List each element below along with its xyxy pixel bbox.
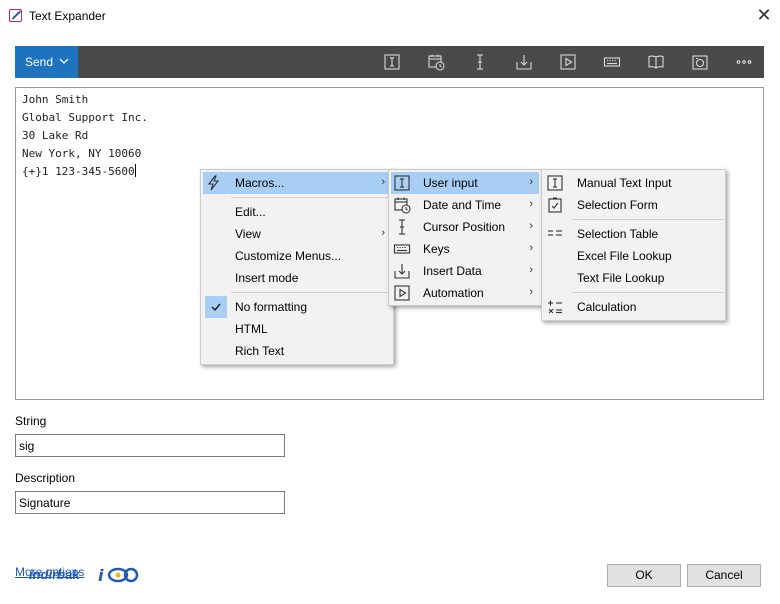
insert-data-icon[interactable] [515,53,533,71]
menu-item-label: Date and Time [423,198,502,212]
menu-item-label: Manual Text Input [577,176,672,190]
menu-item-label: Customize Menus... [235,249,342,263]
menu-item-excel-file-lookup[interactable]: Excel File Lookup [544,245,723,267]
title-bar: Text Expander ✕ [0,0,780,32]
text-cursor-box-icon [546,174,564,192]
menu-item-selection-table[interactable]: Selection Table [544,223,723,245]
svg-text:i: i [98,566,104,585]
chevron-right-icon: › [529,242,533,254]
menu-item-label: Insert mode [235,271,299,285]
chevron-right-icon: › [529,198,533,210]
menu-item-edit[interactable]: Edit... [203,201,391,223]
calculator-icon [546,298,564,316]
menu-item-label: Calculation [577,300,637,314]
menu-item-html[interactable]: HTML [203,318,391,340]
menu-item-label: Rich Text [235,344,285,358]
menu-separator [572,292,723,293]
chevron-right-icon: › [381,176,385,188]
menu-item-label: Selection Form [577,198,658,212]
watermark-text: indirbak [29,567,80,582]
play-icon [393,284,411,302]
book-icon[interactable] [647,53,665,71]
editor-line: {+}1 123-345-5600 [22,165,135,178]
send-button-label: Send [25,55,54,69]
menu-item-selection-form[interactable]: Selection Form [544,194,723,216]
menu-item-label: HTML [235,322,268,336]
cursor-i-beam-icon [393,218,411,236]
menu-item-label: Text File Lookup [577,271,665,285]
window-title: Text Expander [29,9,106,23]
menu-item-user-input[interactable]: User input › [391,172,539,194]
editor-line: 30 Lake Rd [22,129,89,142]
text-cursor-box-icon[interactable] [383,53,401,71]
keyboard-icon [393,240,411,258]
menu-item-label: Insert Data [423,264,482,278]
menu-item-label: Automation [423,286,484,300]
menu-item-label: Macros... [235,176,285,190]
menu-item-date-and-time[interactable]: Date and Time › [391,194,539,216]
checkmark-icon [205,296,227,318]
camera-icon[interactable] [691,53,709,71]
menu-item-label: Selection Table [577,227,659,241]
close-button[interactable]: ✕ [752,4,776,28]
menu-item-customize-menus[interactable]: Customize Menus... [203,245,391,267]
menu-item-manual-text-input[interactable]: Manual Text Input [544,172,723,194]
chevron-right-icon: › [529,176,533,188]
ok-button[interactable]: OK [607,564,681,587]
string-label: String [15,414,47,428]
chevron-right-icon: › [529,220,533,232]
menu-item-calculation[interactable]: Calculation [544,296,723,318]
menu-item-label: User input [423,176,478,190]
user-input-submenu: Manual Text Input Selection Form Selecti… [541,169,726,321]
editor-line: John Smith [22,93,89,106]
cancel-button[interactable]: Cancel [687,564,761,587]
chevron-down-icon [59,58,69,64]
string-input[interactable] [15,434,285,457]
description-label: Description [15,471,76,485]
table-list-icon [546,225,564,243]
menu-item-label: Edit... [235,205,266,219]
send-button[interactable]: Send [15,46,78,78]
menu-item-insert-data[interactable]: Insert Data › [391,260,539,282]
menu-separator [572,219,723,220]
lightning-icon [205,174,223,192]
watermark-logo-icon: i [98,565,140,588]
checklist-icon [546,196,564,214]
toolbar: Send [15,46,764,78]
play-icon[interactable] [559,53,577,71]
editor-line: New York, NY 10060 [22,147,142,160]
calendar-clock-icon [393,196,411,214]
menu-item-label: View [235,227,261,241]
context-menu: Macros... › Edit... View › Customize Men… [200,169,394,365]
menu-separator [231,197,391,198]
menu-item-cursor-position[interactable]: Cursor Position › [391,216,539,238]
chevron-right-icon: › [529,264,533,276]
text-caret [134,164,136,177]
chevron-right-icon: › [529,286,533,298]
menu-item-label: Excel File Lookup [577,249,672,263]
menu-item-keys[interactable]: Keys › [391,238,539,260]
menu-item-label: No formatting [235,300,308,314]
cursor-i-beam-icon[interactable] [471,53,489,71]
text-cursor-box-icon [393,174,411,192]
app-logo-icon [9,9,22,22]
calendar-clock-icon[interactable] [427,53,445,71]
keyboard-icon[interactable] [603,53,621,71]
menu-item-label: Keys [423,242,450,256]
more-icon[interactable] [735,53,753,71]
insert-data-icon [393,262,411,280]
editor-line: Global Support Inc. [22,111,148,124]
chevron-right-icon: › [381,227,385,239]
menu-separator [231,292,391,293]
menu-item-automation[interactable]: Automation › [391,282,539,304]
menu-item-label: Cursor Position [423,220,506,234]
menu-item-rich-text[interactable]: Rich Text [203,340,391,362]
menu-item-macros[interactable]: Macros... › [203,172,391,194]
menu-item-no-formatting[interactable]: No formatting [203,296,391,318]
description-input[interactable] [15,491,285,514]
menu-item-view[interactable]: View › [203,223,391,245]
menu-item-text-file-lookup[interactable]: Text File Lookup [544,267,723,289]
macros-submenu: User input › Date and Time › Cursor Posi… [388,169,542,306]
menu-item-insert-mode[interactable]: Insert mode [203,267,391,289]
